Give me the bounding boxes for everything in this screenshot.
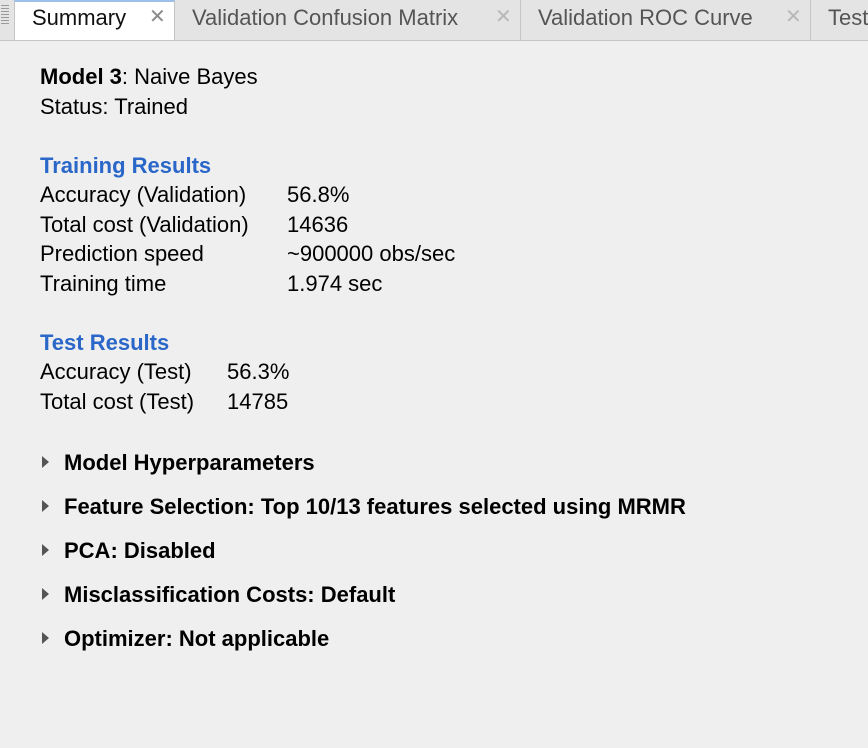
tab-label: Validation Confusion Matrix bbox=[192, 5, 459, 30]
test-results-title: Test Results bbox=[40, 329, 170, 355]
model-name-value: : Naive Bayes bbox=[121, 64, 258, 89]
row-value: 14636 bbox=[287, 211, 349, 237]
close-icon[interactable]: ✕ bbox=[495, 4, 512, 29]
tab-summary[interactable]: Summary ✕ bbox=[14, 0, 175, 40]
training-row-total-cost: Total cost (Validation) 14636 bbox=[40, 210, 455, 240]
close-icon[interactable]: ✕ bbox=[785, 4, 802, 29]
tab-label: Test bbox=[828, 5, 868, 30]
section-label: Model Hyperparameters bbox=[64, 450, 315, 475]
disclosure-triangle-icon[interactable] bbox=[42, 632, 49, 644]
training-row-accuracy: Accuracy (Validation) 56.8% bbox=[40, 180, 455, 210]
summary-panel: Model 3: Naive Bayes Status: Trained Tra… bbox=[40, 62, 455, 416]
disclosure-triangle-icon[interactable] bbox=[42, 456, 49, 468]
row-label: Training time bbox=[40, 270, 167, 296]
row-value: 56.8% bbox=[287, 182, 350, 207]
test-row-total-cost: Total cost (Test) 14785 bbox=[40, 387, 455, 417]
section-label: Feature Selection: Top 10/13 features se… bbox=[64, 494, 686, 519]
disclosure-triangle-icon[interactable] bbox=[42, 588, 49, 600]
model-title: Model 3: Naive Bayes bbox=[40, 62, 455, 92]
training-results-title: Training Results bbox=[40, 152, 212, 178]
row-value: ~900000 obs/sec bbox=[287, 241, 456, 266]
close-icon[interactable]: ✕ bbox=[149, 4, 166, 29]
training-row-training-time: Training time 1.974 sec bbox=[40, 269, 455, 299]
section-label: Misclassification Costs: Default bbox=[64, 582, 396, 607]
section-label: Optimizer: Not applicable bbox=[64, 626, 330, 651]
tab-test[interactable]: Test bbox=[811, 0, 868, 40]
row-label: Prediction speed bbox=[40, 241, 204, 266]
model-name-label: Model 3 bbox=[40, 64, 122, 89]
training-row-prediction-speed: Prediction speed ~900000 obs/sec bbox=[40, 239, 455, 269]
section-label: PCA: Disabled bbox=[64, 538, 216, 563]
disclosure-triangle-icon[interactable] bbox=[42, 544, 49, 556]
disclosure-triangle-icon[interactable] bbox=[42, 500, 49, 512]
test-row-accuracy: Accuracy (Test) 56.3% bbox=[40, 357, 455, 387]
tab-validation-roc-curve[interactable]: Validation ROC Curve ✕ bbox=[521, 0, 811, 40]
row-label: Total cost (Validation) bbox=[40, 211, 249, 237]
row-value: 1.974 sec bbox=[287, 270, 383, 296]
tab-bar: Summary ✕ Validation Confusion Matrix ✕ … bbox=[0, 0, 868, 41]
tab-label: Summary bbox=[32, 5, 127, 30]
tab-label: Validation ROC Curve bbox=[538, 5, 753, 30]
model-status: Status: Trained bbox=[40, 93, 188, 119]
row-label: Total cost (Test) bbox=[40, 388, 195, 414]
row-value: 56.3% bbox=[227, 359, 290, 384]
tab-grip-icon[interactable] bbox=[1, 2, 11, 40]
row-label: Accuracy (Test) bbox=[40, 359, 192, 384]
tab-validation-confusion-matrix[interactable]: Validation Confusion Matrix ✕ bbox=[175, 0, 521, 40]
row-label: Accuracy (Validation) bbox=[40, 182, 247, 207]
row-value: 14785 bbox=[227, 388, 289, 414]
